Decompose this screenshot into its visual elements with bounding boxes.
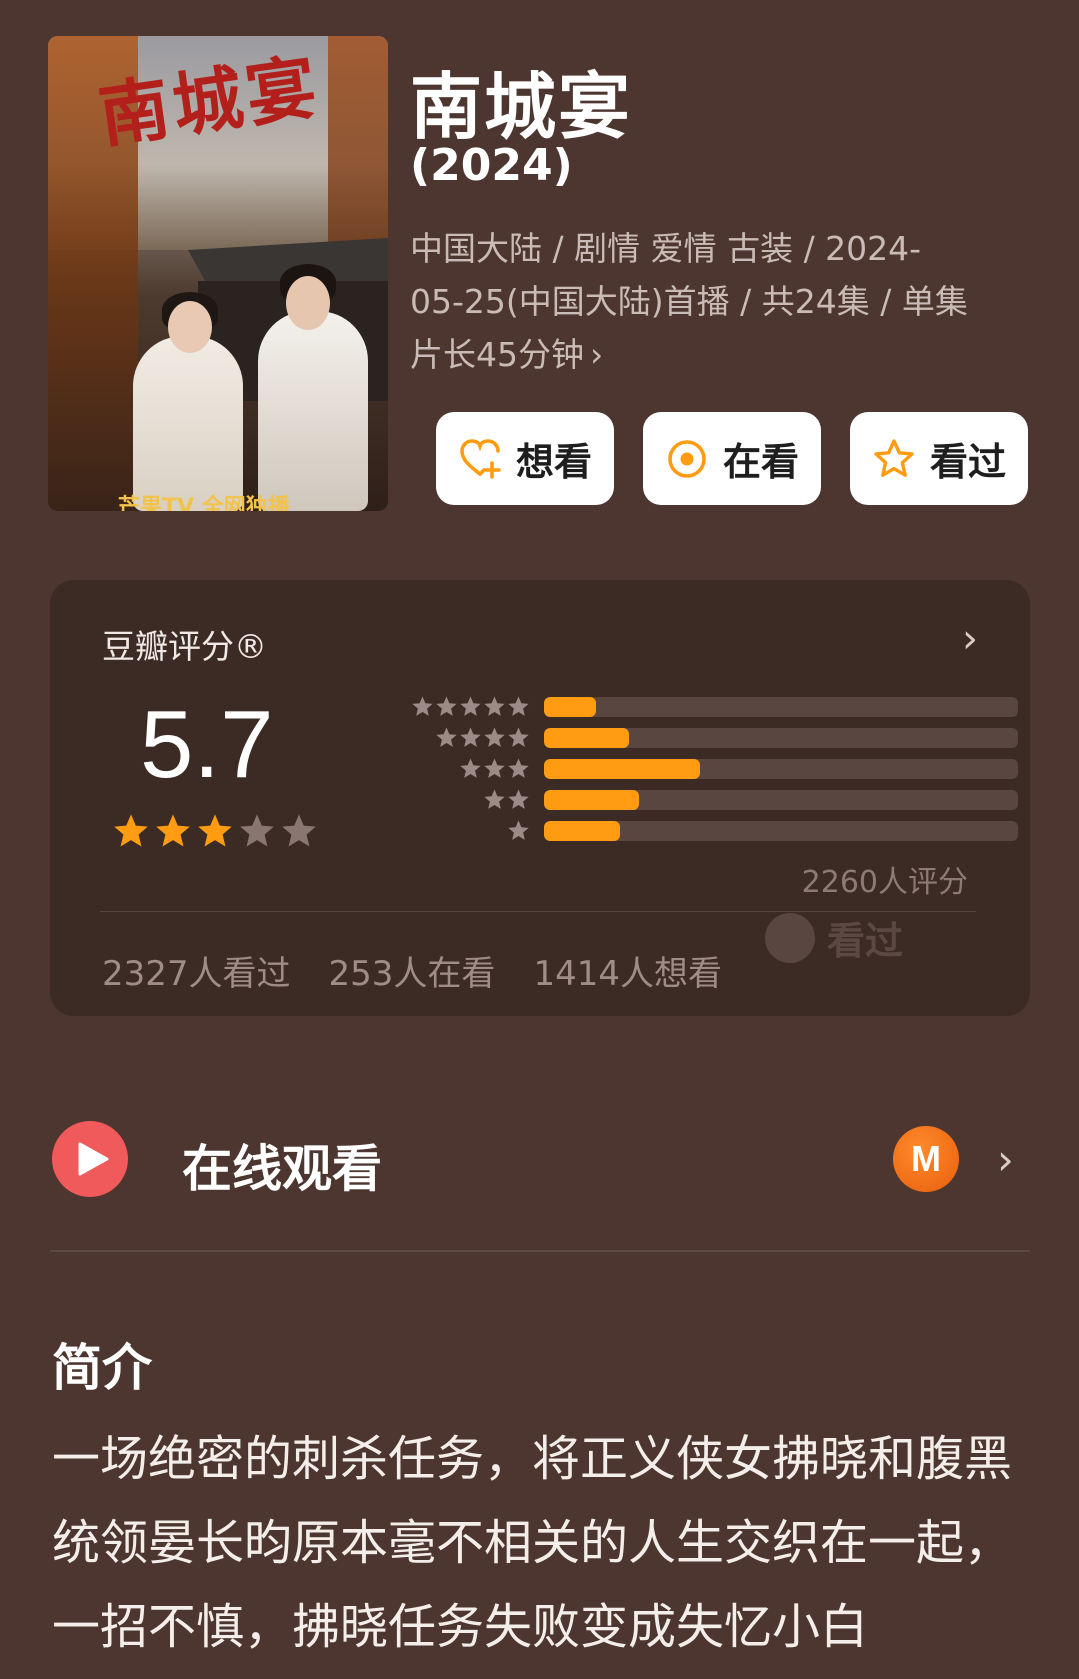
watch-chevron-icon[interactable]: › [997,1135,1014,1184]
watched-button[interactable]: 看过 [850,412,1028,505]
poster-head-female [168,301,212,353]
row-stars [350,757,530,780]
rating-bar-fill [544,789,639,810]
rating-title: 豆瓣评分® [102,627,267,666]
rating-bar-track [544,820,1018,841]
small-star-icon [508,789,529,809]
watching-label: 在看 [722,440,799,484]
meta-chevron-icon: › [590,335,604,374]
mgtv-icon[interactable]: M [893,1126,959,1192]
watch-online-label[interactable]: 在线观看 [182,1129,382,1201]
row-stars [350,788,530,811]
play-triangle-icon [78,1142,109,1176]
rating-bar-fill [544,727,630,748]
rating-chevron-icon[interactable]: › [962,616,978,662]
small-star-icon [508,727,529,747]
small-star-icon [508,696,529,716]
audience-stats: 2327人看过 253人在看 1414人想看 [102,946,722,995]
rating-score: 5.7 [140,691,274,798]
poster-figure-male [258,311,368,511]
watched-watermark-label: 看过 [827,919,904,963]
intro-title: 简介 [52,1339,152,1397]
star-empty-icon [282,814,316,847]
row-stars [350,819,530,842]
intro-text: 一场绝密的刺杀任务，将正义侠女拂晓和腹黑统领晏长昀原本毫不相关的人生交织在一起，… [52,1431,1013,1655]
meta-info[interactable]: 中国大陆 / 剧情 爱情 古装 / 2024-05-25(中国大陆)首播 / 共… [410,222,970,381]
poster-head-male [286,276,330,330]
row-stars [350,695,530,718]
small-star-icon [460,696,481,716]
small-star-icon [508,820,529,840]
small-star-icon [508,758,529,778]
star-empty-icon [240,814,274,847]
small-star-icon [484,696,505,716]
rating-row-3 [350,757,1018,780]
row-stars [350,726,530,749]
star-filled-icon [156,814,190,847]
small-star-icon [460,758,481,778]
play-icon[interactable] [52,1121,128,1197]
rating-bar-track [544,789,1018,810]
rating-row-2 [350,788,1018,811]
mgtv-glyph: M [911,1138,941,1179]
star-filled-icon [198,814,232,847]
stat-watching[interactable]: 253人在看 [329,946,496,995]
target-icon [668,439,706,478]
meta-text: 中国大陆 / 剧情 爱情 古装 / 2024-05-25(中国大陆)首播 / 共… [410,229,968,374]
rating-bar-track [544,696,1018,717]
rating-bar-fill [544,758,701,779]
want-to-watch-label: 想看 [515,440,592,484]
watched-watermark: 看过 [765,910,903,965]
small-star-icon [436,727,457,747]
rating-card[interactable]: 豆瓣评分® › 5.7 2260人评分 看过 2327人看过 253人在看 14… [50,580,1030,1016]
rating-bar-fill [544,696,597,717]
poster-image[interactable]: 南城宴 芒果TV 全网独播 [48,36,388,511]
poster-figure-female [133,336,243,511]
rating-count: 2260人评分 [801,865,968,900]
section-divider [50,1250,1030,1252]
star-outline-icon [874,438,914,477]
watching-button[interactable]: 在看 [643,412,821,505]
watched-label: 看过 [929,440,1006,484]
watched-watermark-icon [765,912,815,963]
rating-bar-fill [544,820,620,841]
small-star-icon [484,727,505,747]
small-star-icon [436,696,457,716]
small-star-icon [412,696,433,716]
rating-bar-track [544,727,1018,748]
star-filled-icon [114,814,148,847]
rating-row-1 [350,819,1018,842]
page-title: 南城宴 [410,65,633,149]
heart-plus-icon [460,438,501,479]
stat-watched[interactable]: 2327人看过 [102,946,291,995]
small-star-icon [484,758,505,778]
stat-want[interactable]: 1414人想看 [533,946,722,995]
small-star-icon [484,789,505,809]
rating-bar-track [544,758,1018,779]
rating-row-5 [350,695,1018,718]
rating-row-4 [350,726,1018,749]
want-to-watch-button[interactable]: 想看 [436,412,614,505]
release-year: (2024) [410,140,573,191]
rating-stars [112,812,318,850]
small-star-icon [460,727,481,747]
poster-bottom-text: 芒果TV 全网独播 [118,495,290,511]
